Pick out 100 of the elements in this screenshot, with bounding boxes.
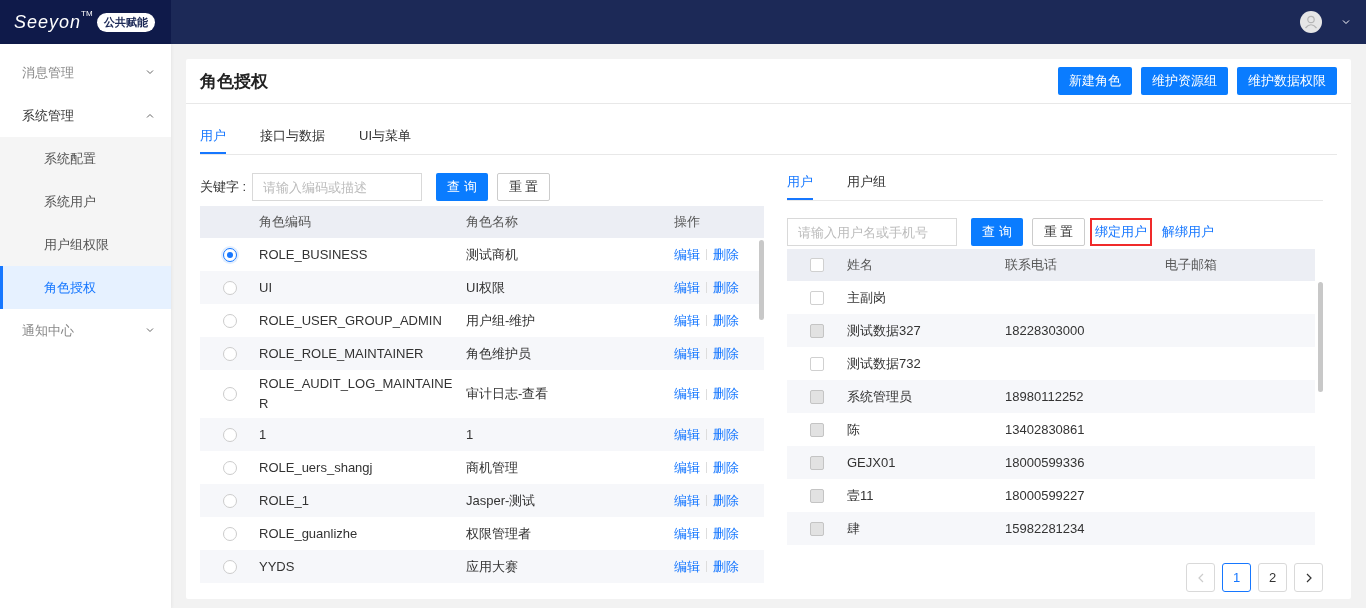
dropdown-caret-icon — [1342, 19, 1350, 25]
table-cell: 测试数据327 — [847, 322, 921, 338]
action-button[interactable]: 维护资源组 — [1141, 67, 1228, 95]
radio-button[interactable] — [222, 559, 237, 574]
table-cell-text: ROLE_guanlizhe — [259, 524, 359, 543]
edit-link[interactable]: 编辑 — [674, 385, 700, 403]
table-cell: 肆 — [847, 520, 860, 536]
radio-button[interactable] — [222, 427, 237, 442]
delete-link[interactable]: 删除 — [713, 278, 739, 297]
radio-button[interactable] — [222, 313, 237, 328]
reset-button[interactable]: 重 置 — [1031, 218, 1086, 246]
query-button[interactable]: 查 询 — [436, 173, 488, 201]
table-cell-text: ROLE_1 — [259, 491, 310, 510]
trademark-mark: TM — [81, 9, 93, 18]
table-cell-text: UI — [259, 278, 273, 297]
action-button[interactable]: 维护数据权限 — [1237, 67, 1337, 95]
table-cell-text: 应用大赛 — [466, 557, 519, 576]
edit-link[interactable]: 编辑 — [674, 344, 700, 363]
reset-button[interactable]: 重 置 — [496, 173, 551, 201]
column-header: 姓名 — [847, 256, 874, 274]
table-cell: 13402830861 — [1005, 422, 1085, 437]
page-button[interactable]: 1 — [1222, 563, 1251, 592]
delete-link[interactable]: 删除 — [713, 524, 739, 543]
radio-button[interactable] — [222, 280, 237, 295]
delete-link[interactable]: 删除 — [713, 385, 739, 403]
radio-button[interactable] — [222, 346, 237, 361]
edit-link[interactable]: 编辑 — [674, 491, 700, 510]
delete-link[interactable]: 删除 — [713, 557, 739, 576]
sidebar-item[interactable]: 消息管理 — [0, 51, 171, 94]
scrollbar[interactable] — [759, 240, 764, 320]
chevron-down-icon — [146, 70, 154, 75]
query-button[interactable]: 查 询 — [971, 218, 1023, 246]
edit-link[interactable]: 编辑 — [674, 524, 700, 543]
column-header: 电子邮箱 — [1165, 256, 1218, 274]
table-cell-text: ROLE_uers_shangj — [259, 458, 374, 477]
table-cell-text: 审计日志-查看 — [466, 385, 550, 403]
table-cell-text: 商机管理 — [466, 458, 519, 477]
radio-button[interactable] — [222, 247, 237, 262]
sidebar-item[interactable]: 系统管理 — [0, 94, 171, 137]
table-cell: 主副岗 — [847, 289, 886, 305]
sidebar-item[interactable]: 系统配置 — [0, 137, 171, 180]
checkbox[interactable] — [810, 356, 824, 371]
table-cell: 测试数据732 — [847, 355, 921, 371]
table-cell-text: 1 — [259, 425, 268, 444]
table-cell: GEJX01 — [847, 455, 896, 470]
table-cell-text: ROLE_ROLE_MAINTAINER — [259, 344, 425, 363]
delete-link[interactable]: 删除 — [713, 425, 739, 444]
tab[interactable]: 用户 — [200, 121, 226, 154]
radio-button[interactable] — [222, 387, 237, 401]
checkbox[interactable] — [810, 290, 824, 305]
edit-link[interactable]: 编辑 — [674, 311, 700, 330]
search-field[interactable]: 请输入用户名或手机号 — [787, 218, 957, 246]
edit-link[interactable]: 编辑 — [674, 278, 700, 297]
next-page-button[interactable] — [1294, 563, 1323, 592]
table-cell: 壹11 — [847, 487, 874, 503]
table-cell-text: 角色维护员 — [466, 344, 532, 363]
sidebar-item[interactable]: 用户组权限 — [0, 223, 171, 266]
table-cell: 陈 — [847, 421, 860, 437]
avatar-icon — [1300, 11, 1322, 33]
scrollbar[interactable] — [1318, 282, 1323, 392]
delete-link[interactable]: 删除 — [713, 245, 739, 264]
checkbox[interactable] — [810, 258, 824, 272]
table-cell-text: 测试商机 — [466, 245, 519, 264]
edit-link[interactable]: 编辑 — [674, 557, 700, 576]
edit-link[interactable]: 编辑 — [674, 425, 700, 444]
delete-link[interactable]: 删除 — [713, 458, 739, 477]
table-cell-text: UI权限 — [466, 278, 506, 297]
chevron-right-icon — [1305, 572, 1312, 583]
tab[interactable]: 用户 — [787, 167, 813, 200]
column-header: 角色编码 — [259, 213, 312, 231]
product-badge: 公共赋能 — [96, 12, 155, 32]
table-cell: 18000599227 — [1005, 488, 1085, 503]
table-cell: 18000599336 — [1005, 455, 1085, 470]
edit-link[interactable]: 编辑 — [674, 458, 700, 477]
chevron-up-icon — [146, 113, 154, 118]
delete-link[interactable]: 删除 — [713, 344, 739, 363]
table-cell-text: YYDS — [259, 557, 296, 576]
tab[interactable]: UI与菜单 — [359, 121, 411, 154]
link[interactable]: 绑定用户 — [1090, 218, 1153, 246]
radio-button[interactable] — [222, 526, 237, 541]
page-button[interactable]: 2 — [1258, 563, 1287, 592]
tab[interactable]: 接口与数据 — [260, 121, 325, 154]
sidebar-item[interactable]: 系统用户 — [0, 180, 171, 223]
table-cell-text: ROLE_BUSINESS — [259, 245, 369, 264]
sidebar-item[interactable]: 通知中心 — [0, 309, 171, 352]
table-cell: 系统管理员 — [847, 388, 912, 404]
tab[interactable]: 用户组 — [847, 167, 886, 200]
radio-button[interactable] — [222, 493, 237, 508]
table-cell-text: 权限管理者 — [466, 524, 532, 543]
delete-link[interactable]: 删除 — [713, 491, 739, 510]
link[interactable]: 解绑用户 — [1157, 218, 1220, 246]
column-header: 联系电话 — [1005, 256, 1058, 274]
table-cell-text: Jasper-测试 — [466, 491, 537, 510]
sidebar-item[interactable]: 角色授权 — [0, 266, 171, 309]
edit-link[interactable]: 编辑 — [674, 245, 700, 264]
delete-link[interactable]: 删除 — [713, 311, 739, 330]
action-button[interactable]: 新建角色 — [1058, 67, 1132, 95]
keyword-field[interactable]: 请输入编码或描述 — [252, 173, 423, 201]
logo: Seeyon — [14, 11, 82, 33]
radio-button[interactable] — [222, 460, 237, 475]
